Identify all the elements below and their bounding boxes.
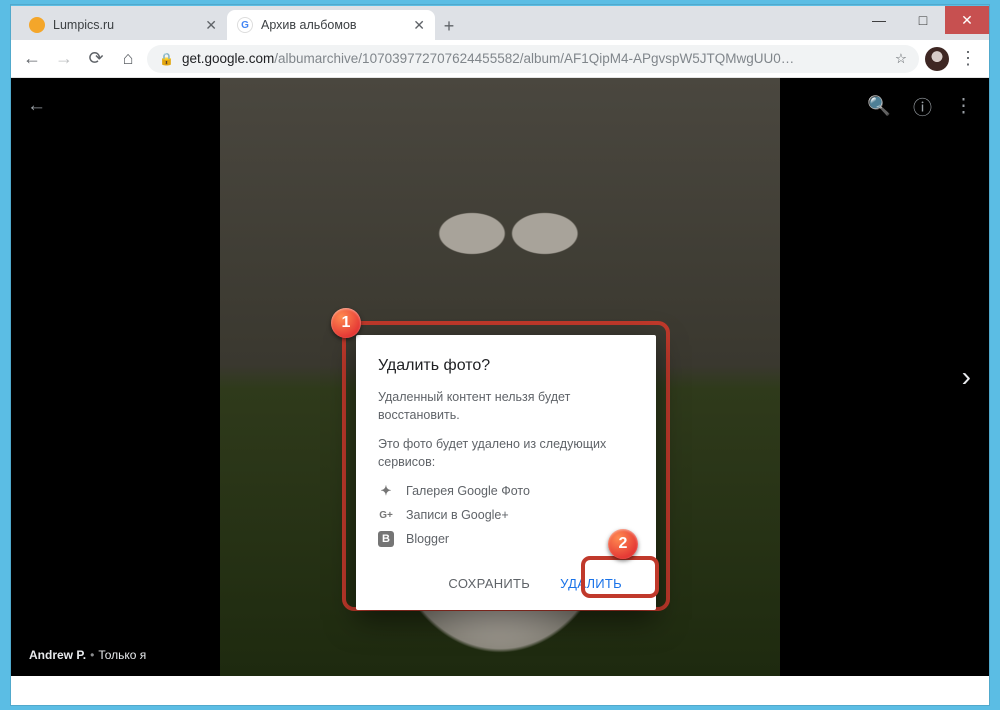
dialog-warning-text: Удаленный контент нельзя будет восстанов… [378,389,634,424]
service-google-photos: ✦ Галерея Google Фото [378,483,634,499]
more-options-button[interactable]: ⋮ [954,95,973,118]
tab-title: Архив альбомов [261,18,405,32]
tab-strip: Lumpics.ru ✕ G Архив альбомов ✕ + [11,6,989,40]
annotation-marker-1: 1 [331,308,361,338]
info-icon[interactable]: ⓘ [913,93,932,120]
url-text: get.google.com/albumarchive/107039772707… [182,51,887,66]
service-label: Галерея Google Фото [406,484,530,498]
nav-home-button[interactable]: ⌂ [115,46,141,72]
annotation-box-2 [581,556,659,598]
nav-reload-button[interactable]: ⟳ [83,46,109,72]
viewer-back-button[interactable]: ← [27,95,46,117]
dialog-title: Удалить фото? [378,357,634,375]
new-tab-button[interactable]: + [435,12,463,40]
dialog-services-intro: Это фото будет удалено из следующих серв… [378,436,634,471]
service-label: Записи в Google+ [406,508,509,522]
nav-forward-button[interactable]: → [51,46,77,72]
favicon-google-icon: G [237,17,253,33]
caption-visibility: Только я [98,648,146,662]
address-bar[interactable]: 🔒 get.google.com/albumarchive/1070397727… [147,45,919,73]
bookmark-star-icon[interactable]: ☆ [895,51,907,67]
blogger-icon: B [378,531,394,547]
service-blogger: B Blogger [378,531,634,547]
favicon-lumpics-icon [29,17,45,33]
browser-menu-button[interactable]: ⋮ [955,48,981,69]
service-label: Blogger [406,532,449,546]
pinwheel-icon: ✦ [378,483,394,499]
next-photo-button[interactable]: › [962,361,971,393]
photo-viewer: ← 🔍 ⓘ ⋮ › Andrew P.•Только я Удалить фот… [11,78,989,676]
tab-album-archive[interactable]: G Архив альбомов ✕ [227,10,435,40]
tab-close-icon[interactable]: ✕ [413,17,425,34]
google-plus-icon: G+ [378,507,394,523]
window-controls: — □ ✕ [857,6,989,34]
zoom-icon[interactable]: 🔍 [867,94,891,118]
annotation-marker-2: 2 [608,529,638,559]
window-maximize-button[interactable]: □ [901,6,945,34]
nav-back-button[interactable]: ← [19,46,45,72]
service-google-plus: G+ Записи в Google+ [378,507,634,523]
caption-author: Andrew P. [29,648,86,662]
tab-close-icon[interactable]: ✕ [205,17,217,34]
keep-button[interactable]: СОХРАНИТЬ [436,567,542,600]
tab-title: Lumpics.ru [53,18,197,32]
window-minimize-button[interactable]: — [857,6,901,34]
browser-toolbar: ← → ⟳ ⌂ 🔒 get.google.com/albumarchive/10… [11,40,989,78]
viewer-toolbar: ← 🔍 ⓘ ⋮ [11,78,989,134]
browser-window: — □ ✕ Lumpics.ru ✕ G Архив альбомов ✕ + … [11,5,989,705]
lock-icon: 🔒 [159,52,174,66]
profile-avatar[interactable] [925,47,949,71]
photo-caption: Andrew P.•Только я [29,648,146,662]
window-close-button[interactable]: ✕ [945,6,989,34]
tab-lumpics[interactable]: Lumpics.ru ✕ [19,10,227,40]
